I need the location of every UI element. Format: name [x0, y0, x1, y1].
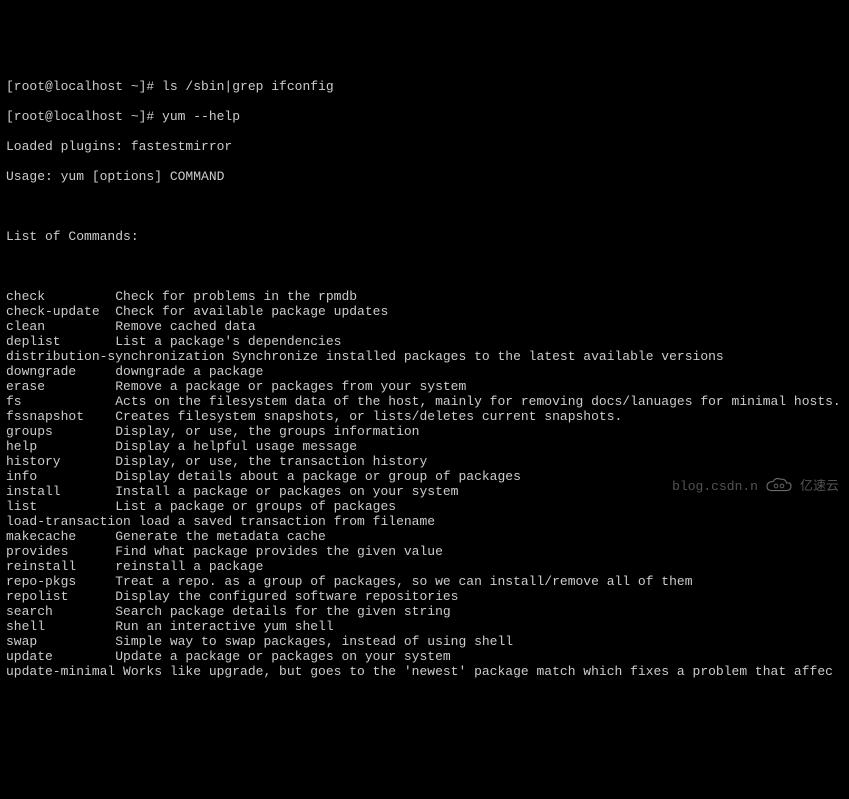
usage-line: Usage: yum [options] COMMAND: [6, 169, 843, 184]
command-row: history Display, or use, the transaction…: [6, 454, 843, 469]
command-row: repolist Display the configured software…: [6, 589, 843, 604]
command-row: downgrade downgrade a package: [6, 364, 843, 379]
command-row: makecache Generate the metadata cache: [6, 529, 843, 544]
command-row: update-minimal Works like upgrade, but g…: [6, 664, 843, 679]
command-row: search Search package details for the gi…: [6, 604, 843, 619]
command-row: repo-pkgs Treat a repo. as a group of pa…: [6, 574, 843, 589]
command-row: shell Run an interactive yum shell: [6, 619, 843, 634]
shell-prompt-line-1: [root@localhost ~]# ls /sbin|grep ifconf…: [6, 79, 843, 94]
watermark-brand: 亿速云: [800, 479, 839, 494]
terminal-output: [root@localhost ~]# ls /sbin|grep ifconf…: [6, 64, 843, 694]
watermark-text: blog.csdn.n: [672, 479, 758, 494]
command-row: check Check for problems in the rpmdb: [6, 289, 843, 304]
command-row: check-update Check for available package…: [6, 304, 843, 319]
command-row: deplist List a package's dependencies: [6, 334, 843, 349]
command-row: clean Remove cached data: [6, 319, 843, 334]
cloud-icon: [764, 476, 794, 496]
command-row: fssnapshot Creates filesystem snapshots,…: [6, 409, 843, 424]
command-row: update Update a package or packages on y…: [6, 649, 843, 664]
command-row: fs Acts on the filesystem data of the ho…: [6, 394, 843, 409]
command-row: list List a package or groups of package…: [6, 499, 843, 514]
command-row: distribution-synchronization Synchronize…: [6, 349, 843, 364]
watermark: blog.csdn.n 亿速云: [672, 476, 839, 496]
command-row: provides Find what package provides the …: [6, 544, 843, 559]
commands-header: List of Commands:: [6, 229, 843, 244]
blank-line: [6, 199, 843, 214]
command-row: erase Remove a package or packages from …: [6, 379, 843, 394]
command-row: load-transaction load a saved transactio…: [6, 514, 843, 529]
plugins-line: Loaded plugins: fastestmirror: [6, 139, 843, 154]
command-row: help Display a helpful usage message: [6, 439, 843, 454]
command-row: groups Display, or use, the groups infor…: [6, 424, 843, 439]
command-row: swap Simple way to swap packages, instea…: [6, 634, 843, 649]
command-row: reinstall reinstall a package: [6, 559, 843, 574]
shell-prompt-line-2: [root@localhost ~]# yum --help: [6, 109, 843, 124]
blank-line: [6, 259, 843, 274]
